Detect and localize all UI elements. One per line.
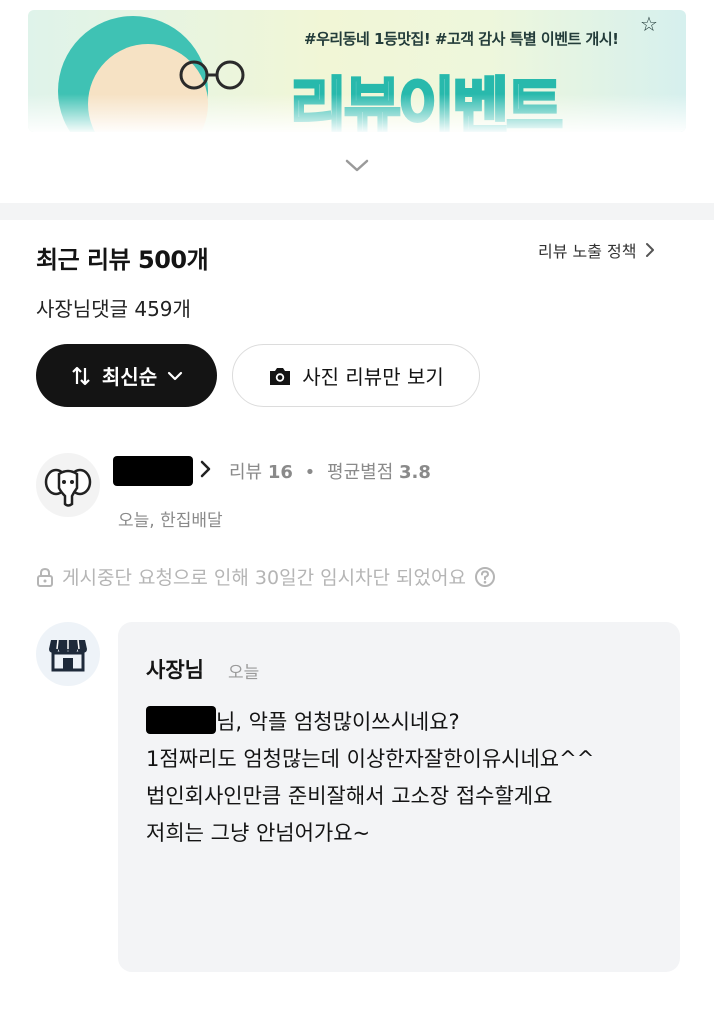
event-banner[interactable]: #우리동네 1등맛집! #고객 감사 특별 이벤트 개시! 리뷰이벤트 ☆: [28, 10, 686, 132]
separator-dot: •: [304, 462, 316, 483]
glasses-icon: [179, 60, 245, 90]
section-divider: [0, 203, 714, 220]
chevron-down-icon[interactable]: [344, 158, 370, 174]
owner-comment-count: 사장님댓글 459개: [36, 297, 191, 321]
chevron-right-icon: [645, 243, 654, 257]
reviewer-avatar[interactable]: [36, 453, 100, 517]
photo-reviews-only-label: 사진 리뷰만 보기: [302, 365, 444, 389]
reply-line-1-text: 님, 악플 엄청많이쓰시네요?: [216, 710, 460, 734]
elephant-icon: [44, 468, 92, 507]
banner-fade: [28, 94, 686, 132]
lock-icon: [37, 567, 53, 587]
review-count-value: 16: [267, 462, 293, 483]
review-policy-label: 리뷰 노출 정책: [538, 242, 637, 261]
star-doodle-icon: ☆: [640, 12, 658, 36]
reply-line-1: 님, 악플 엄청많이쓰시네요?: [146, 704, 646, 741]
storefront-icon: [49, 639, 87, 672]
reply-author: 사장님: [146, 658, 204, 682]
sort-label: 최신순: [101, 365, 158, 389]
owner-reply-box: 사장님 오늘 님, 악플 엄청많이쓰시네요? 1점짜리도 엄청많는데 이상한자잘…: [118, 622, 680, 972]
recent-reviews-title: 최근 리뷰 500개: [36, 246, 209, 274]
camera-icon: [270, 367, 291, 385]
banner-subtitle: #우리동네 1등맛집! #고객 감사 특별 이벤트 개시!: [304, 30, 619, 48]
review-meta: 오늘, 한집배달: [118, 511, 223, 531]
reply-line-2: 1점짜리도 엄청많는데 이상한자잘한이유시네요^^: [146, 747, 595, 771]
blocked-notice-text: 게시중단 요청으로 인해 30일간 임시차단 되었어요: [62, 567, 466, 589]
avg-rating-label: 평균별점: [327, 462, 394, 483]
sort-dropdown-button[interactable]: 최신순: [36, 344, 217, 407]
reply-time: 오늘: [228, 663, 260, 683]
review-count-label: 리뷰: [229, 462, 263, 483]
review-policy-link[interactable]: 리뷰 노출 정책: [538, 238, 655, 262]
chevron-down-icon: [167, 371, 183, 380]
chevron-right-icon[interactable]: [199, 459, 213, 479]
reviewer-name-redacted[interactable]: [113, 456, 193, 486]
reviewer-stats: 리뷰 16 • 평균별점 3.8: [229, 458, 431, 484]
store-avatar: [36, 622, 100, 686]
reply-line-3: 법인회사인만큼 준비잘해서 고소장 접수할게요: [146, 784, 553, 808]
reply-line-4: 저희는 그냥 안넘어가요~: [146, 821, 371, 845]
reply-name-redacted: [146, 706, 216, 734]
sort-arrows-icon: [72, 366, 90, 385]
photo-reviews-only-button[interactable]: 사진 리뷰만 보기: [232, 344, 480, 407]
blocked-notice: 게시중단 요청으로 인해 30일간 임시차단 되었어요: [36, 563, 496, 590]
reply-body: 님, 악플 엄청많이쓰시네요? 1점짜리도 엄청많는데 이상한자잘한이유시네요^…: [146, 704, 646, 852]
avg-rating-value: 3.8: [399, 462, 431, 483]
help-icon[interactable]: [474, 566, 496, 588]
